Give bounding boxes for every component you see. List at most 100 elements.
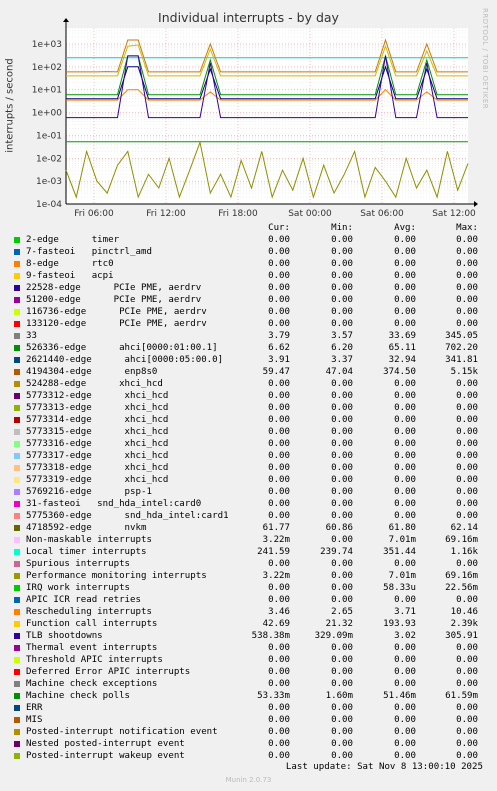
- legend-row: APIC ICR read retries 0.00 0.00 0.00 0.00: [12, 594, 492, 606]
- legend-label: 116736-edge PCIe PME, aerdrv: [26, 307, 207, 317]
- legend-rows: 2-edge timer 0.00 0.00 0.00 0.00 7-fasteoi pi…: [12, 234, 492, 762]
- legend-row: 2621440-edge ahci[0000:05:00.0] 3.91 3.37 3…: [12, 354, 492, 366]
- chart-plot: 1e-04 1e-03 1e-02 1e-01 1e+00 1e+01 1e+02 1e+03…: [32, 18, 478, 219]
- y-tick-label: 1e+03: [32, 40, 62, 50]
- legend-label: TLB shootdowns: [26, 631, 103, 641]
- legend-max: 0.00: [456, 403, 478, 413]
- legend-max: 0.00: [456, 679, 478, 689]
- legend-row: Spurious interrupts 0.00 0.00 0.00 0.00: [12, 558, 492, 570]
- legend-max: 22.56m: [445, 583, 478, 593]
- legend-max: 0.00: [456, 295, 478, 305]
- legend-swatch: [14, 381, 20, 387]
- legend-row: Local timer interrupts 241.59 239.74 351.44…: [12, 546, 492, 558]
- legend-label: Machine check exceptions: [26, 679, 158, 689]
- legend-max: 61.59m: [445, 691, 478, 701]
- legend-swatch: [14, 753, 20, 759]
- legend-swatch: [14, 741, 20, 747]
- legend-swatch: [14, 321, 20, 327]
- legend-max: 62.14: [450, 523, 478, 533]
- legend-row: Thermal event interrupts 0.00 0.00 0.00 0.00: [12, 642, 492, 654]
- legend-label: 33: [26, 331, 37, 341]
- legend-row: 8-edge rtc0 0.00 0.00 0.00 0.00: [12, 258, 492, 270]
- legend-label: Function call interrupts: [26, 619, 158, 629]
- legend-row: 116736-edge PCIe PME, aerdrv 0.00 0.00 0.00…: [12, 306, 492, 318]
- legend-row: Nested posted-interrupt event 0.00 0.00 0.0…: [12, 738, 492, 750]
- legend-swatch: [14, 501, 20, 507]
- legend-label: MIS: [26, 715, 43, 725]
- legend-label: 526336-edge ahci[0000:01:00.1]: [26, 343, 218, 353]
- legend-swatch: [14, 657, 20, 663]
- legend-max: 0.00: [456, 739, 478, 749]
- legend-swatch: [14, 285, 20, 291]
- legend-row: 5769216-edge psp-1 0.00 0.00 0.00 0.00: [12, 486, 492, 498]
- legend-row: Function call interrupts 42.69 21.32 193.93…: [12, 618, 492, 630]
- header-max: Max:: [456, 223, 478, 233]
- legend-label: 8-edge rtc0: [26, 259, 114, 269]
- y-tick-label: 1e-04: [36, 200, 62, 210]
- legend-row: 4718592-edge nvkm 61.77 60.86 61.80 62.14: [12, 522, 492, 534]
- legend-max: 0.00: [456, 319, 478, 329]
- legend-row: Threshold APIC interrupts 0.00 0.00 0.00 0.0…: [12, 654, 492, 666]
- legend-max: 2.39k: [450, 619, 478, 629]
- legend-max: 341.81: [445, 355, 478, 365]
- legend-swatch: [14, 249, 20, 255]
- legend-swatch: [14, 417, 20, 423]
- legend-swatch: [14, 717, 20, 723]
- legend-swatch: [14, 693, 20, 699]
- legend-max: 305.91: [445, 631, 478, 641]
- legend-row: 5775360-edge snd_hda_intel:card1 0.00 0.00…: [12, 510, 492, 522]
- legend-label: ERR: [26, 703, 43, 713]
- legend-row: Performance monitoring interrupts 3.22m 0.…: [12, 570, 492, 582]
- legend-max: 10.46: [450, 607, 478, 617]
- legend-label: Machine check polls: [26, 691, 131, 701]
- legend-row: 33 3.79 3.57 33.69 345.05: [12, 330, 492, 342]
- legend-row: 22528-edge PCIe PME, aerdrv 0.00 0.00 0.00 0…: [12, 282, 492, 294]
- legend-swatch: [14, 525, 20, 531]
- legend-swatch: [14, 333, 20, 339]
- legend-max: 0.00: [456, 379, 478, 389]
- y-tick-label: 1e+00: [32, 109, 63, 119]
- legend-row: 524288-edge xhci_hcd 0.00 0.00 0.00 0.00: [12, 378, 492, 390]
- legend-label: Local timer interrupts: [26, 547, 147, 557]
- legend-row: 9-fasteoi acpi 0.00 0.00 0.00 0.00: [12, 270, 492, 282]
- legend-max: 1.16k: [450, 547, 478, 557]
- legend-max: 0.00: [456, 643, 478, 653]
- legend-row: 5773318-edge xhci_hcd 0.00 0.00 0.00 0.00: [12, 462, 492, 474]
- legend-swatch: [14, 609, 20, 615]
- legend-label: 5773314-edge xhci_hcd: [26, 415, 169, 425]
- x-tick-label: Sat 12:00: [432, 209, 476, 219]
- legend-swatch: [14, 453, 20, 459]
- legend-max: 0.00: [456, 751, 478, 761]
- legend-max: 0.00: [456, 511, 478, 521]
- legend-max: 0.00: [456, 283, 478, 293]
- legend-swatch: [14, 465, 20, 471]
- legend-max: 0.00: [456, 247, 478, 257]
- legend-label: 133120-edge PCIe PME, aerdrv: [26, 319, 207, 329]
- legend-max: 0.00: [456, 391, 478, 401]
- legend-label: Performance monitoring interrupts: [26, 571, 207, 581]
- legend-max: 0.00: [456, 667, 478, 677]
- legend-row: 31-fasteoi snd_hda_intel:card0 0.00 0.00 0.…: [12, 498, 492, 510]
- legend-swatch: [14, 705, 20, 711]
- legend-row: Deferred Error APIC interrupts 0.00 0.00 0.…: [12, 666, 492, 678]
- legend-label: Nested posted-interrupt event: [26, 739, 185, 749]
- legend-swatch: [14, 393, 20, 399]
- legend-label: 4718592-edge nvkm: [26, 523, 147, 533]
- legend-row: 4194304-edge enp8s0 59.47 47.04 374.50 5.15k: [12, 366, 492, 378]
- y-axis-arrow: [63, 18, 69, 22]
- legend-swatch: [14, 537, 20, 543]
- legend-max: 0.00: [456, 655, 478, 665]
- y-tick-label: 1e-03: [36, 177, 62, 187]
- legend-row: Machine check polls 53.33m 1.60m 51.46m 61.5…: [12, 690, 492, 702]
- legend-label: 2621440-edge ahci[0000:05:00.0]: [26, 355, 224, 365]
- legend-swatch: [14, 585, 20, 591]
- legend-max: 702.20: [445, 343, 478, 353]
- legend-swatch: [14, 681, 20, 687]
- legend-max: 69.16m: [445, 571, 478, 581]
- legend-label: 7-fasteoi pinctrl_amd: [26, 247, 152, 257]
- legend-max: 0.00: [456, 715, 478, 725]
- legend-label: APIC ICR read retries: [26, 595, 141, 605]
- legend-max: 0.00: [456, 487, 478, 497]
- legend-max: 0.00: [456, 595, 478, 605]
- legend-row: 5773316-edge xhci_hcd 0.00 0.00 0.00 0.00: [12, 438, 492, 450]
